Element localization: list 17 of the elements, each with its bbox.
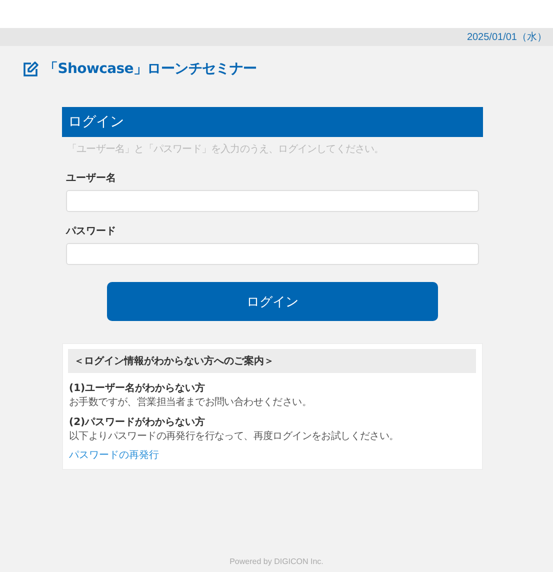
help-text: お手数ですが、営業担当者までお問い合わせください。 [69,396,313,409]
help-title: ＜ログイン情報がわからない方へのご案内＞ [68,349,476,373]
reissue-password-link[interactable]: パスワードの再発行 [69,448,159,462]
date-text: 2025/01/01（水） [466,30,547,44]
help-text: 以下よりパスワードの再発行を行なって、再度ログインをお試しください。 [69,430,400,443]
input-field[interactable] [66,243,479,265]
help-heading: (2)パスワードがわからない方 [69,415,206,429]
edit-icon [22,60,39,78]
input-field[interactable] [66,190,479,212]
help-heading: (1)ユーザー名がわからない方 [69,381,206,395]
login-header: ログイン [62,107,483,137]
footer-text: Powered by DIGICON Inc. [228,557,324,566]
field-label: パスワード [66,225,117,238]
page-title: 「Showcase」ローンチセミナー [44,60,257,78]
login-button[interactable]: ログイン [107,282,438,321]
instruction-text: 「ユーザー名」と「パスワード」を入力のうえ、ログインしてください。 [67,142,385,156]
field-label: ユーザー名 [66,172,117,185]
